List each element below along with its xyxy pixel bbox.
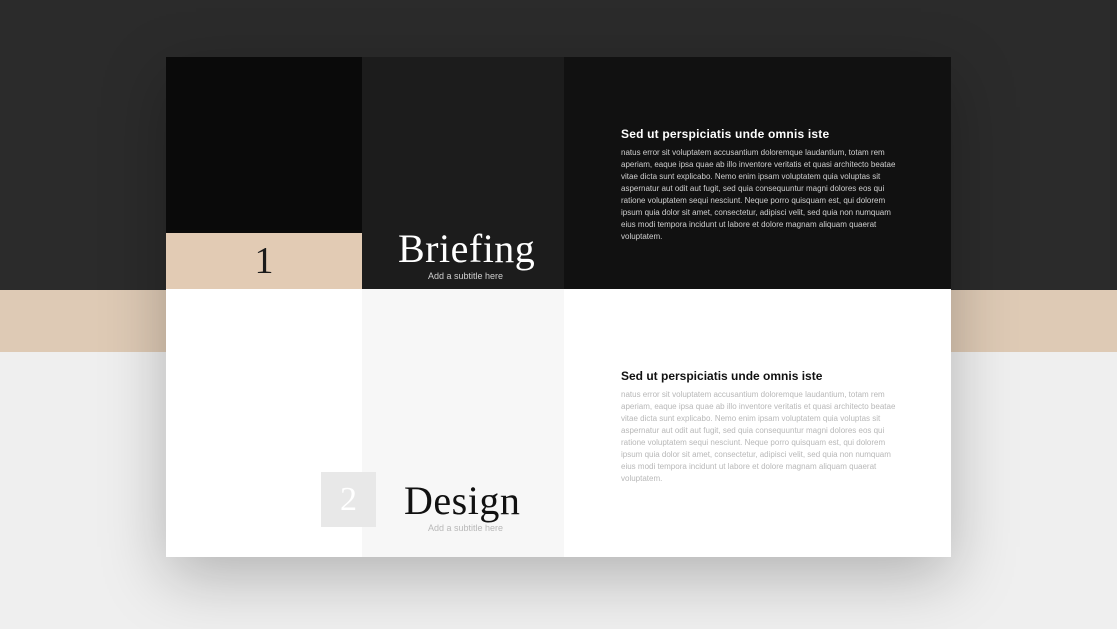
design-number-box: 2 xyxy=(321,472,376,527)
briefing-number-box: 1 xyxy=(166,233,362,289)
briefing-body-text: natus error sit voluptatem accusantium d… xyxy=(621,147,901,243)
briefing-body-heading: Sed ut perspiciatis unde omnis iste xyxy=(621,127,901,141)
briefing-subtitle: Add a subtitle here xyxy=(428,271,503,281)
design-body-heading: Sed ut perspiciatis unde omnis iste xyxy=(621,369,901,383)
section-design: Sed ut perspiciatis unde omnis iste natu… xyxy=(166,289,951,557)
briefing-title: Briefing xyxy=(398,225,535,272)
design-number: 2 xyxy=(340,481,357,519)
section-briefing: Sed ut perspiciatis unde omnis iste natu… xyxy=(166,57,951,289)
design-title: Design xyxy=(404,477,520,524)
briefing-number: 1 xyxy=(255,239,274,283)
design-subtitle: Add a subtitle here xyxy=(428,523,503,533)
slide-frame: Sed ut perspiciatis unde omnis iste natu… xyxy=(166,57,951,557)
design-body-text: natus error sit voluptatem accusantium d… xyxy=(621,389,901,485)
